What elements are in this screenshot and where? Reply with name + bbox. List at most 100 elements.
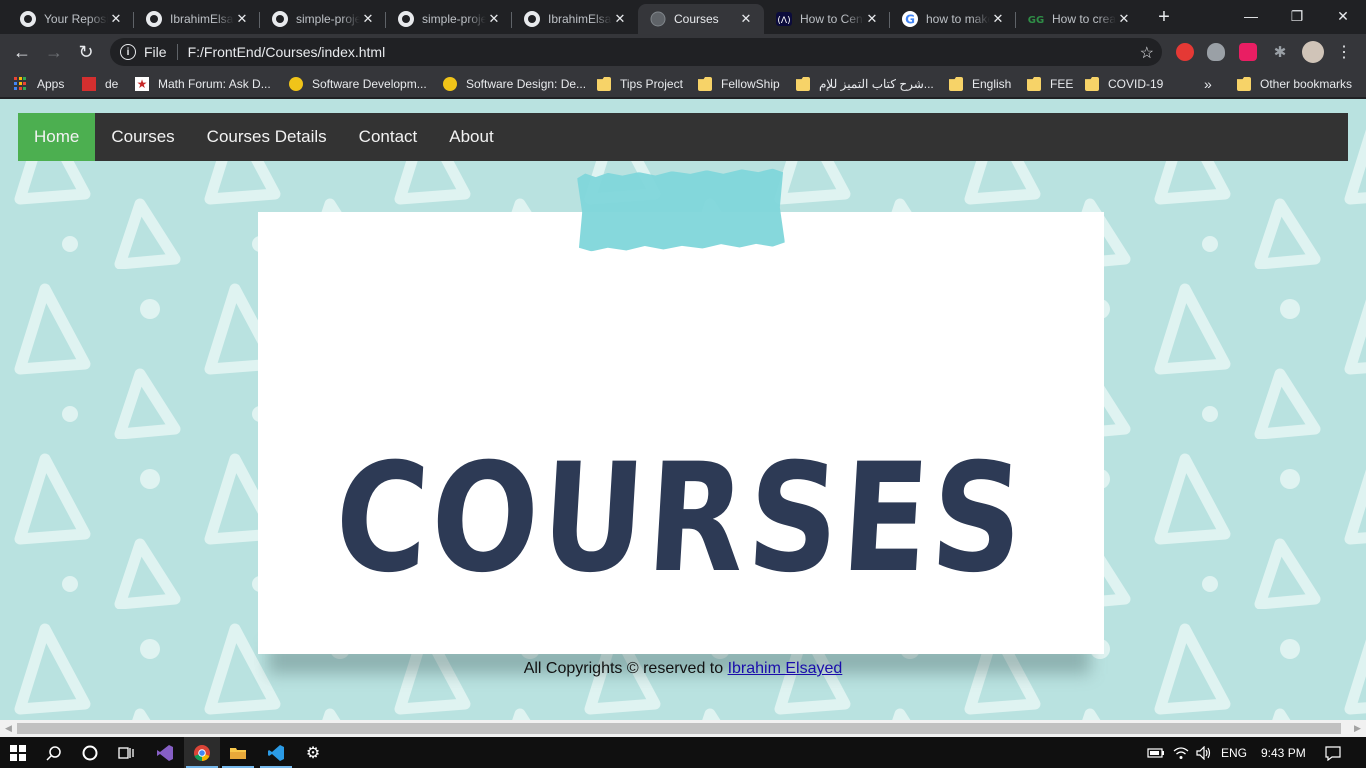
bookmark-other-bookmarks[interactable]: Other bookmarks: [1237, 76, 1352, 92]
close-icon[interactable]: ✕: [738, 11, 754, 27]
bookmark-label: COVID-19: [1108, 77, 1164, 91]
nav-courses-details[interactable]: Courses Details: [191, 113, 343, 161]
bookmark-math-forum[interactable]: ★ Math Forum: Ask D...: [135, 76, 271, 92]
close-icon[interactable]: ✕: [864, 11, 880, 27]
github-icon: [398, 11, 414, 27]
scheme-label: File: [144, 44, 167, 60]
horizontal-scrollbar[interactable]: ◀ ▶: [0, 720, 1366, 737]
reload-button[interactable]: ↻: [74, 40, 98, 64]
close-icon[interactable]: ✕: [612, 11, 628, 27]
back-button[interactable]: ←: [10, 40, 34, 64]
tab-how-to-create[interactable]: GG How to create ✕: [1016, 4, 1142, 34]
tab-strip: Your Repositories ✕ IbrahimElsayed ✕ sim…: [0, 0, 1366, 34]
close-icon[interactable]: ✕: [234, 11, 250, 27]
incognito-extension-icon[interactable]: [1207, 43, 1225, 61]
folder-icon: [1027, 77, 1041, 91]
tab-title: IbrahimElsayed: [548, 12, 612, 26]
penguin-icon: [443, 77, 457, 91]
notifications-icon[interactable]: [1325, 737, 1341, 768]
tab-your-repositories[interactable]: Your Repositories ✕: [8, 4, 134, 34]
close-icon[interactable]: ✕: [360, 11, 376, 27]
geeksforgeeks-icon: GG: [1028, 11, 1044, 27]
scrollbar-thumb[interactable]: [17, 723, 1341, 734]
bookmark-software-development[interactable]: Software Developm...: [289, 76, 427, 92]
bookmark-arabic-folder[interactable]: شرح كتاب التميز للإم...: [796, 76, 934, 92]
file-explorer-icon[interactable]: [220, 737, 256, 768]
minimize-button[interactable]: —: [1228, 0, 1274, 32]
search-icon[interactable]: [36, 737, 72, 768]
visual-studio-icon[interactable]: [147, 737, 183, 768]
svg-text:(Λ): (Λ): [777, 16, 790, 26]
chrome-icon[interactable]: [184, 737, 220, 768]
battery-icon[interactable]: [1147, 737, 1165, 768]
profile-avatar[interactable]: [1302, 41, 1324, 63]
close-window-button[interactable]: ✕: [1320, 0, 1366, 32]
bookmark-english[interactable]: English: [949, 76, 1011, 92]
windows-start-icon[interactable]: [0, 737, 36, 768]
nav-contact[interactable]: Contact: [343, 113, 434, 161]
bookmark-label: Software Developm...: [312, 77, 427, 91]
folder-icon: [796, 77, 810, 91]
new-tab-button[interactable]: +: [1152, 5, 1176, 29]
bookmark-label: de: [105, 77, 119, 91]
bookmark-software-design[interactable]: Software Design: De...: [443, 76, 586, 92]
penguin-icon: [289, 77, 303, 91]
nav-courses[interactable]: Courses: [95, 113, 190, 161]
tape-decoration: [577, 168, 785, 251]
bookmark-label: Apps: [37, 77, 65, 91]
tab-ibrahimelsayed-2[interactable]: IbrahimElsayed ✕: [512, 4, 638, 34]
scroll-right-icon[interactable]: ▶: [1349, 720, 1366, 737]
folder-icon: [949, 77, 963, 91]
browser-toolbar: ← → ↻ i File F:/FrontEnd/Courses/index.h…: [0, 34, 1366, 70]
tab-simple-project[interactable]: simple-project ✕: [260, 4, 386, 34]
forward-button[interactable]: →: [42, 40, 66, 64]
bookmarks-overflow-button[interactable]: »: [1204, 76, 1212, 92]
hero-title-text: COURSES: [330, 432, 1032, 606]
tab-title: Courses: [674, 12, 719, 26]
bookmark-covid-19[interactable]: COVID-19: [1085, 76, 1163, 92]
tab-how-to-make[interactable]: G how to make ✕: [890, 4, 1016, 34]
task-view-icon[interactable]: [108, 737, 144, 768]
close-icon[interactable]: ✕: [108, 11, 124, 27]
github-icon: [272, 11, 288, 27]
settings-gear-icon[interactable]: ⚙: [295, 737, 331, 768]
wifi-icon[interactable]: [1173, 737, 1189, 768]
github-icon: [524, 11, 540, 27]
volume-icon[interactable]: [1196, 737, 1212, 768]
clock[interactable]: 9:43 PM: [1261, 737, 1306, 768]
adblock-extension-icon[interactable]: [1176, 43, 1194, 61]
bookmark-fee[interactable]: FEE: [1027, 76, 1073, 92]
menu-kebab-icon[interactable]: ⋮: [1332, 40, 1356, 64]
bookmark-de[interactable]: de: [82, 76, 118, 92]
footer: All Copyrights © reserved to Ibrahim Els…: [0, 660, 1366, 678]
tab-title: simple-project: [296, 12, 360, 26]
close-icon[interactable]: ✕: [990, 11, 1006, 27]
close-icon[interactable]: ✕: [1116, 11, 1132, 27]
nav-home[interactable]: Home: [18, 113, 96, 161]
tab-simple-project-2[interactable]: simple-project ✕: [386, 4, 512, 34]
puzzle-extensions-icon[interactable]: ✱: [1271, 43, 1289, 61]
bookmark-fellowship[interactable]: FellowShip: [698, 76, 780, 92]
tab-title: Your Repositories: [44, 12, 108, 26]
pdf-extension-icon[interactable]: [1239, 43, 1257, 61]
vscode-icon[interactable]: [258, 737, 294, 768]
tab-ibrahimelsayed[interactable]: IbrahimElsayed ✕: [134, 4, 260, 34]
tab-title: IbrahimElsayed: [170, 12, 234, 26]
tab-courses[interactable]: Courses ✕: [638, 4, 764, 34]
windows-taskbar: ⚙ ENG 9:43 PM: [0, 737, 1366, 768]
bookmark-star-icon[interactable]: ☆: [1140, 43, 1154, 63]
scroll-left-icon[interactable]: ◀: [0, 720, 17, 737]
cortana-icon[interactable]: [72, 737, 108, 768]
language-indicator[interactable]: ENG: [1221, 737, 1247, 768]
nav-about[interactable]: About: [433, 113, 509, 161]
restore-button[interactable]: ❐: [1274, 0, 1320, 32]
close-icon[interactable]: ✕: [486, 11, 502, 27]
footer-author-link[interactable]: Ibrahim Elsayed: [728, 660, 843, 677]
info-icon[interactable]: i: [120, 44, 136, 60]
bookmark-apps[interactable]: Apps: [14, 76, 64, 92]
bookmark-tips-project[interactable]: Tips Project: [597, 76, 683, 92]
tab-how-to-center[interactable]: (Λ) How to Center ✕: [764, 4, 890, 34]
bookmark-label: Software Design: De...: [466, 77, 587, 91]
address-bar[interactable]: i File F:/FrontEnd/Courses/index.html ☆: [110, 38, 1162, 66]
url-text[interactable]: F:/FrontEnd/Courses/index.html: [188, 44, 386, 60]
